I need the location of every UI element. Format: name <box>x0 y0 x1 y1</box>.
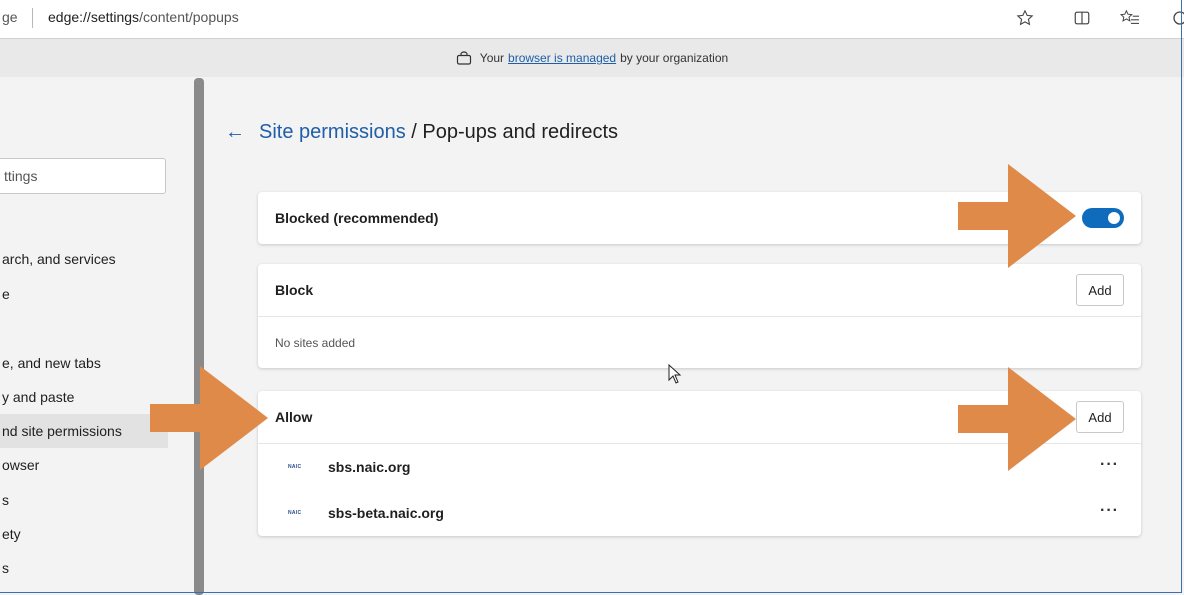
list-item: NAIC sbs-beta.naic.org ··· <box>258 490 1141 536</box>
block-empty-row: No sites added <box>258 316 1141 368</box>
page-title: Site permissions / Pop-ups and redirects <box>259 121 618 144</box>
browser-managed-link[interactable]: browser is managed <box>508 51 616 65</box>
toggle-knob <box>1108 212 1120 224</box>
breadcrumb-site-permissions[interactable]: Site permissions <box>259 121 406 143</box>
site-name: sbs-beta.naic.org <box>328 505 444 521</box>
allow-label: Allow <box>275 409 313 425</box>
favorites-icon[interactable] <box>1118 6 1142 30</box>
sidebar-item-privacy-search[interactable]: arch, and services <box>0 242 168 276</box>
blocked-toggle[interactable] <box>1082 208 1124 228</box>
favorite-star-icon[interactable] <box>1013 6 1037 30</box>
block-header-row: Block Add <box>258 264 1141 316</box>
sidebar-item-share-copy-paste[interactable]: y and paste <box>0 380 168 414</box>
url-path: /content/popups <box>139 9 239 25</box>
more-icon[interactable]: ··· <box>1100 502 1119 520</box>
blocked-label: Blocked (recommended) <box>275 210 439 226</box>
split-screen-icon[interactable] <box>1070 6 1094 30</box>
profile-icon[interactable] <box>1168 6 1184 30</box>
sidebar-item-start-home-new-tabs[interactable]: e, and new tabs <box>0 346 168 380</box>
block-label: Block <box>275 282 314 298</box>
lock-icon <box>456 51 472 65</box>
main-content: ← Site permissions / Pop-ups and redirec… <box>205 77 1181 595</box>
infobar-text-before: Your <box>479 51 505 65</box>
more-icon[interactable]: ··· <box>1100 456 1119 474</box>
managed-infobar: Your browser is managed by your organiza… <box>0 39 1184 77</box>
sidebar-item-family-safety[interactable]: ety <box>0 517 168 551</box>
address-bar[interactable]: ge edge://settings/content/popups <box>0 0 1184 39</box>
sidebar-item-downloads[interactable]: s <box>0 483 168 517</box>
sidebar-item-appearance[interactable]: e <box>0 277 168 311</box>
allow-add-button[interactable]: Add <box>1076 401 1124 433</box>
back-arrow-icon[interactable]: ← <box>225 121 245 144</box>
url-prefix: ge <box>2 9 18 25</box>
block-add-button[interactable]: Add <box>1076 274 1124 306</box>
sidebar-item-default-browser[interactable]: owser <box>0 448 168 482</box>
search-settings-input[interactable]: ttings <box>0 158 166 194</box>
url-text[interactable]: edge://settings/content/popups <box>48 9 239 25</box>
infobar-text-after: by your organization <box>620 51 729 65</box>
cursor-icon <box>668 364 682 384</box>
arrow-annotation-toggle <box>958 164 1076 268</box>
site-favicon: NAIC <box>288 464 302 470</box>
no-sites-added-text: No sites added <box>275 335 356 350</box>
site-favicon: NAIC <box>288 510 302 516</box>
block-card: Block Add No sites added <box>258 264 1141 368</box>
sidebar-item-cookies-site-permissions[interactable]: nd site permissions <box>0 414 168 448</box>
breadcrumb-separator: / <box>405 121 423 143</box>
url-host: edge://settings <box>48 9 140 25</box>
arrow-annotation-allow-add <box>958 367 1076 471</box>
arrow-annotation-allow <box>150 366 268 470</box>
sidebar-item-languages[interactable]: s <box>0 551 168 585</box>
site-name: sbs.naic.org <box>328 459 411 475</box>
page-title-text: Pop-ups and redirects <box>422 121 619 143</box>
address-divider <box>32 8 33 28</box>
sidebar-scrollbar[interactable] <box>194 78 204 595</box>
